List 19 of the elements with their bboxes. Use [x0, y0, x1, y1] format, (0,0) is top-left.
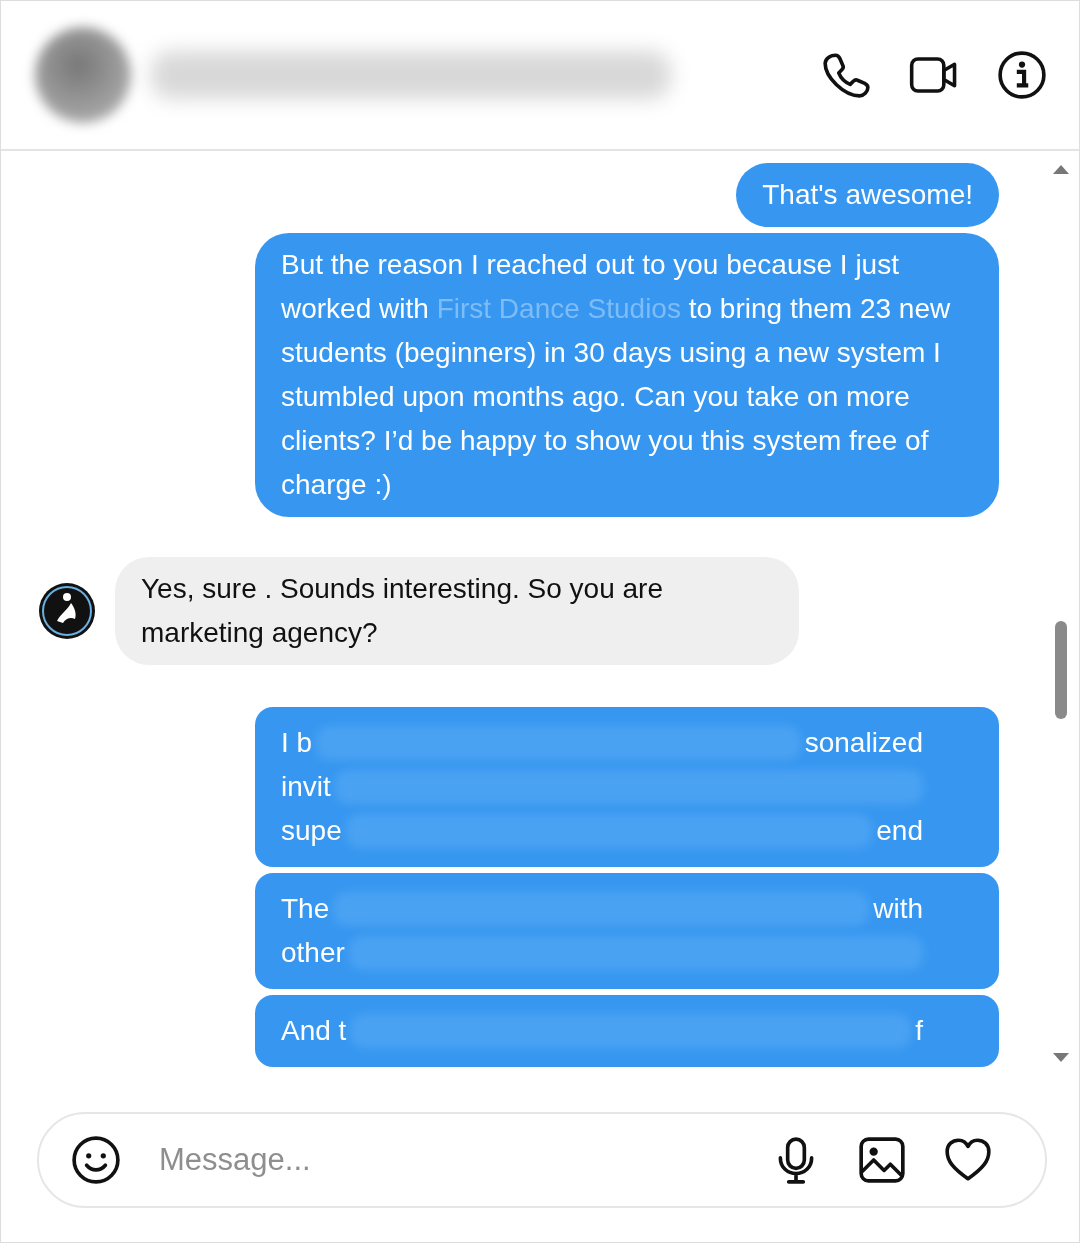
message-fragment: The: [281, 892, 330, 926]
avatar[interactable]: [37, 581, 97, 641]
message-fragment: sonalized: [804, 726, 923, 760]
message-fragment: f: [915, 1014, 923, 1048]
message-fragment: end: [876, 814, 923, 848]
info-icon[interactable]: [997, 50, 1047, 100]
message-fragment: supe: [281, 814, 342, 848]
emoji-icon[interactable]: [71, 1135, 121, 1185]
phone-icon[interactable]: [821, 50, 871, 100]
message-field[interactable]: Message...: [157, 1141, 735, 1179]
sent-message: That's awesome!: [736, 163, 999, 227]
sent-message: But the reason I reached out to you because I just worked with First Dance Studios to bring them 23 new students (beginners) in 30 days using a new system I stumbled upon months ago. Can you take on more clients? I’d be happy to show you this system free of charge :): [255, 233, 999, 517]
message-fragment: I b: [281, 726, 313, 760]
message-fragment: invit: [281, 770, 331, 804]
message-fragment: other: [281, 936, 345, 970]
message-fragment: with: [873, 892, 923, 926]
message-fragment: And t: [281, 1014, 347, 1048]
received-message: Yes, sure . Sounds interesting. So you are marketing agency?: [115, 557, 799, 665]
image-icon[interactable]: [857, 1135, 907, 1185]
